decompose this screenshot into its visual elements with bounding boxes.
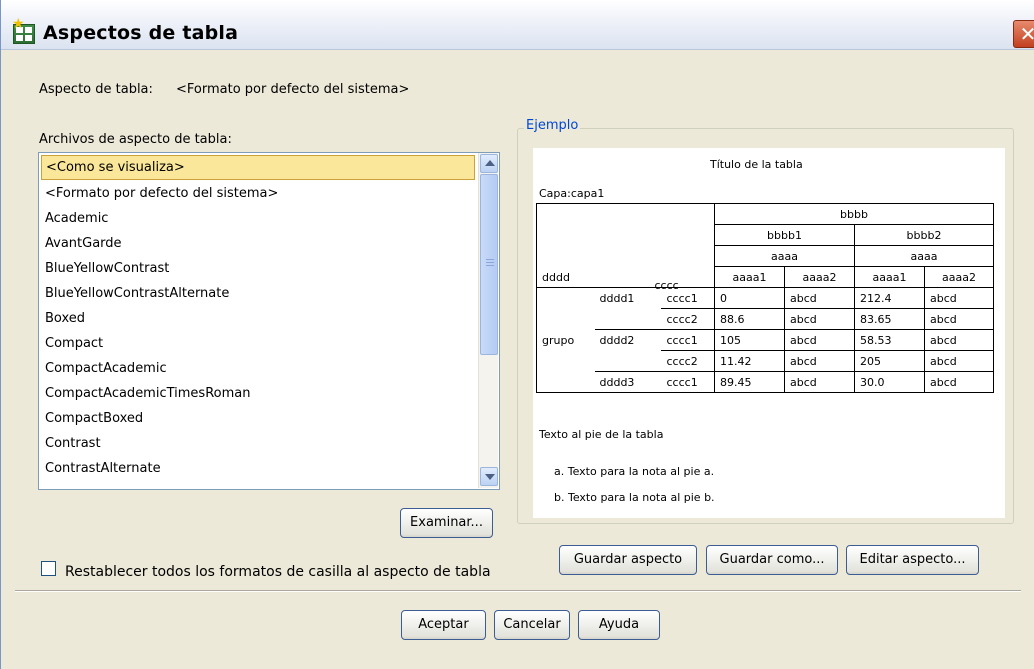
list-item[interactable]: ContrastAlternate <box>45 456 161 481</box>
help-button[interactable]: Ayuda <box>578 610 660 640</box>
reset-formats-label: Restablecer todos los formatos de casill… <box>65 564 491 580</box>
sample-title: Título de la tabla <box>710 158 803 171</box>
col-b2-header: bbbb2 <box>854 224 994 246</box>
sample-footer: Texto al pie de la tabla <box>539 428 664 441</box>
col-a2-header: aaaa <box>854 245 994 267</box>
list-item[interactable]: Boxed <box>45 306 85 331</box>
list-item[interactable]: AvantGarde <box>45 231 122 256</box>
table-looks-dialog: ★ Aspectos de tabla ✕ Aspecto de tabla: … <box>0 0 1034 669</box>
list-item[interactable]: <Formato por defecto del sistema> <box>45 181 278 206</box>
table-look-files-list[interactable]: <Como se visualiza> <Formato por defecto… <box>38 152 500 490</box>
close-button[interactable]: ✕ <box>1013 20 1034 48</box>
ok-button[interactable]: Aceptar <box>401 610 486 640</box>
col-header: aaaa2 <box>924 266 994 288</box>
list-item[interactable]: Compact <box>45 331 103 356</box>
arrow-up-icon <box>485 160 495 166</box>
table-row: cccc2 11.42 abcd 205 abcd <box>536 350 994 372</box>
table-row: cccc2 88.6 abcd 83.65 abcd <box>536 308 994 330</box>
table-row: dddd3 cccc1 89.45 abcd 30.0 abcd <box>536 371 994 393</box>
save-as-button[interactable]: Guardar como... <box>706 545 838 575</box>
list-item[interactable]: CompactAcademicTimesRoman <box>45 381 250 406</box>
col-header: aaaa1 <box>714 266 785 288</box>
sub-header: cccc <box>654 278 679 292</box>
list-item[interactable]: CompactAcademic <box>45 356 167 381</box>
footnote-a: a. Texto para la nota al pie a. <box>554 465 715 478</box>
save-look-button[interactable]: Guardar aspecto <box>559 545 697 575</box>
list-item[interactable]: CompactBoxed <box>45 406 143 431</box>
list-item[interactable]: BlueYellowContrastAlternate <box>45 281 229 306</box>
col-b1-header: bbbb1 <box>714 224 855 246</box>
arrow-down-icon <box>485 474 495 480</box>
sample-preview: Título de la tabla Capa:capa1 dddd cccc … <box>533 148 1005 518</box>
list-item[interactable]: Academic <box>45 206 108 231</box>
row-header: dddd <box>542 271 570 284</box>
edit-look-button[interactable]: Editar aspecto... <box>846 545 979 575</box>
sample-group-title: Ejemplo <box>524 118 581 133</box>
cancel-button[interactable]: Cancelar <box>494 610 570 640</box>
col-top-header: bbbb <box>714 203 994 225</box>
list-item[interactable]: <Como se visualiza> <box>41 155 475 180</box>
current-look-value: <Formato por defecto del sistema> <box>176 82 410 97</box>
table-row: grupo dddd2 cccc1 105 abcd 58.53 abcd <box>536 329 994 351</box>
col-header: aaaa1 <box>854 266 925 288</box>
sample-pivot-table: dddd cccc bbbb bbbb1 bbbb2 aaaa aaaa aaa… <box>536 203 994 393</box>
title-bar[interactable]: ★ Aspectos de tabla ✕ <box>1 0 1034 50</box>
reset-formats-checkbox[interactable] <box>41 561 56 576</box>
scroll-down-button[interactable] <box>480 467 498 486</box>
scroll-thumb[interactable] <box>480 174 498 355</box>
footnote-b: b. Texto para la nota al pie b. <box>554 491 715 504</box>
files-label: Archivos de aspecto de tabla: <box>39 132 232 147</box>
col-a1-header: aaaa <box>714 245 855 267</box>
col-header: aaaa2 <box>784 266 855 288</box>
list-item[interactable]: Contrast <box>45 431 101 456</box>
sample-layer: Capa:capa1 <box>539 187 605 200</box>
list-scrollbar[interactable] <box>478 153 498 488</box>
table-look-icon: ★ <box>12 17 35 44</box>
divider <box>15 590 1021 592</box>
list-item[interactable]: BlueYellowContrast <box>45 256 169 281</box>
current-look-label: Aspecto de tabla: <box>39 82 153 97</box>
table-row: dddd1 cccc1 0 abcd 212.4 abcd <box>536 287 994 309</box>
dialog-title: Aspectos de tabla <box>43 22 239 44</box>
browse-button[interactable]: Examinar... <box>400 508 493 538</box>
scroll-up-button[interactable] <box>480 154 498 173</box>
